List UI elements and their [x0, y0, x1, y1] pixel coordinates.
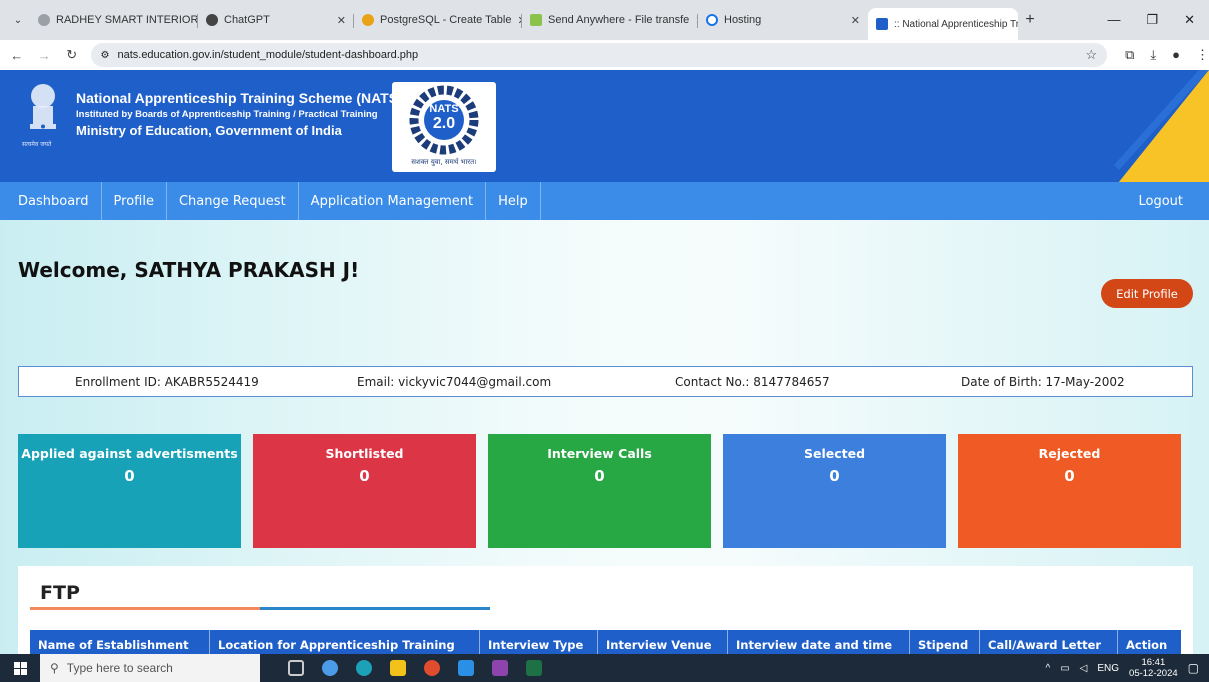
column-header: Stipend: [910, 630, 980, 654]
main-navigation: Dashboard Profile Change Request Applica…: [0, 182, 1209, 220]
excel-icon[interactable]: [526, 660, 542, 676]
national-emblem-icon: [30, 84, 56, 129]
column-header: Interview Venue: [598, 630, 728, 654]
nav-help[interactable]: Help: [486, 182, 541, 220]
forward-icon[interactable]: →: [34, 48, 56, 63]
site-favicon-icon: [38, 14, 50, 26]
stat-card-rejected[interactable]: Rejected 0: [958, 434, 1181, 548]
browser-tab[interactable]: RADHEY SMART INTERIORS ✕: [30, 5, 198, 35]
copilot-icon[interactable]: [322, 660, 338, 676]
stat-card-shortlisted[interactable]: Shortlisted 0: [253, 434, 476, 548]
url-input[interactable]: ⚙ nats.education.gov.in/student_module/s…: [90, 43, 1108, 67]
window-controls: — ❐ ✕: [1107, 12, 1209, 28]
email-address: Email: vickyvic7044@gmail.com: [357, 374, 552, 389]
nav-application-management[interactable]: Application Management: [299, 182, 487, 220]
chrome-icon[interactable]: [424, 660, 440, 676]
stat-card-applied[interactable]: Applied against advertisments 0: [18, 434, 241, 548]
student-info-bar: Enrollment ID: AKABR5524419 Email: vicky…: [18, 366, 1193, 397]
bookmark-star-icon[interactable]: ☆: [1085, 47, 1097, 63]
profile-avatar-icon[interactable]: ●: [1172, 47, 1180, 63]
search-icon: ⚲: [50, 661, 59, 675]
ftp-table-header: Name of Establishment Location for Appre…: [30, 630, 1181, 654]
chatgpt-favicon-icon: [206, 14, 218, 26]
vscode-icon[interactable]: [458, 660, 474, 676]
nats-logo: NATS 2.0 सशक्त युवा, समर्थ भारत।: [392, 82, 496, 172]
download-icon[interactable]: ⤓: [1150, 47, 1156, 63]
file-explorer-icon[interactable]: [390, 660, 406, 676]
nats-logo-version: 2.0: [432, 115, 456, 132]
header-decoration: [1114, 70, 1209, 182]
stat-card-selected[interactable]: Selected 0: [723, 434, 946, 548]
column-header: Interview date and time: [728, 630, 910, 654]
scheme-subtitle: Instituted by Boards of Apprenticeship T…: [76, 109, 378, 120]
hosting-favicon-icon: [706, 14, 718, 26]
nats-logo-tagline: सशक्त युवा, समर्थ भारत।: [411, 158, 477, 166]
app-icon[interactable]: [492, 660, 508, 676]
column-header: Name of Establishment: [30, 630, 210, 654]
reload-icon[interactable]: ↻: [61, 47, 83, 63]
extensions-icon[interactable]: ⧉: [1125, 47, 1134, 63]
close-tab-icon[interactable]: ✕: [851, 14, 860, 27]
windows-taskbar: ⚲ Type here to search ^ ▭ ◁ ENG 16:41 05…: [0, 654, 1209, 682]
ftp-section: FTP Name of Establishment Location for A…: [18, 566, 1193, 654]
new-tab-icon[interactable]: +: [1018, 11, 1042, 29]
tab-search-icon[interactable]: ⌄: [6, 8, 30, 32]
browser-tab[interactable]: Hosting ✕: [698, 5, 868, 35]
browser-tab[interactable]: PostgreSQL - Create Table ✕: [354, 5, 522, 35]
site-header: सत्यमेव जयते National Apprenticeship Tra…: [0, 70, 1209, 182]
column-header: Interview Type: [480, 630, 598, 654]
ministry-name: Ministry of Education, Government of Ind…: [76, 123, 342, 138]
edit-profile-button[interactable]: Edit Profile: [1101, 279, 1193, 308]
stat-card-interview-calls[interactable]: Interview Calls 0: [488, 434, 711, 548]
edge-icon[interactable]: [356, 660, 372, 676]
welcome-heading: Welcome, SATHYA PRAKASH J!: [18, 258, 360, 282]
network-icon[interactable]: ▭: [1060, 663, 1069, 674]
send-anywhere-favicon-icon: [530, 14, 542, 26]
contact-number: Contact No.: 8147784657: [675, 374, 830, 389]
nav-logout[interactable]: Logout: [1126, 182, 1209, 220]
column-header: Location for Apprenticeship Training: [210, 630, 480, 654]
w3schools-favicon-icon: [362, 14, 374, 26]
browser-tab[interactable]: Send Anywhere - File transfe ✕: [522, 5, 698, 35]
system-tray: ^ ▭ ◁ ENG 16:41 05-12-2024 ▢: [1046, 657, 1209, 679]
browser-tab-active[interactable]: :: National Apprenticeship Tr ✕: [868, 8, 1018, 40]
windows-start-icon[interactable]: [0, 654, 40, 682]
scheme-title: National Apprenticeship Training Scheme …: [76, 90, 403, 106]
dashboard-content: Welcome, SATHYA PRAKASH J! Edit Profile …: [0, 220, 1209, 654]
browser-tab-strip: ⌄ RADHEY SMART INTERIORS ✕ ChatGPT ✕ Pos…: [0, 0, 1209, 40]
taskbar-search-input[interactable]: ⚲ Type here to search: [40, 654, 260, 682]
language-indicator[interactable]: ENG: [1097, 663, 1119, 674]
column-header: Action: [1126, 638, 1168, 652]
date-of-birth: Date of Birth: 17-May-2002: [961, 374, 1125, 389]
ftp-title: FTP: [40, 582, 80, 604]
menu-kebab-icon[interactable]: ⋮: [1196, 47, 1209, 63]
emblem-caption: सत्यमेव जयते: [22, 141, 52, 148]
volume-icon[interactable]: ◁: [1080, 663, 1088, 674]
browser-tab[interactable]: ChatGPT ✕: [198, 5, 354, 35]
nav-profile[interactable]: Profile: [102, 182, 167, 220]
minimize-icon[interactable]: —: [1107, 12, 1120, 28]
nav-dashboard[interactable]: Dashboard: [0, 182, 102, 220]
enrollment-id: Enrollment ID: AKABR5524419: [75, 374, 259, 389]
notification-icon[interactable]: ▢: [1188, 661, 1199, 675]
close-tab-icon[interactable]: ✕: [337, 14, 346, 27]
address-bar: ← → ↻ ⚙ nats.education.gov.in/student_mo…: [0, 40, 1209, 70]
site-info-icon[interactable]: ⚙: [101, 50, 110, 61]
close-window-icon[interactable]: ✕: [1184, 12, 1195, 28]
restore-icon[interactable]: ❐: [1146, 12, 1158, 28]
back-icon[interactable]: ←: [6, 48, 28, 63]
clock[interactable]: 16:41 05-12-2024: [1129, 657, 1178, 679]
chevron-up-icon[interactable]: ^: [1046, 663, 1051, 674]
column-header: Call/Award Letter: [980, 630, 1118, 654]
task-view-icon[interactable]: [288, 660, 304, 676]
nats-favicon-icon: [876, 18, 888, 30]
nats-logo-text: NATS: [429, 103, 459, 115]
nav-change-request[interactable]: Change Request: [167, 182, 299, 220]
